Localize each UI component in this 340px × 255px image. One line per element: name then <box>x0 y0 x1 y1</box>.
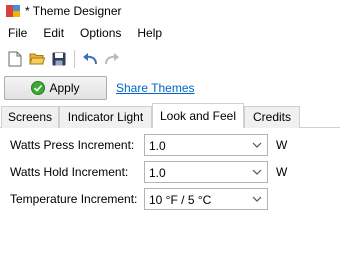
toolbar <box>0 46 340 72</box>
watts-hold-unit: W <box>276 165 288 179</box>
apply-button[interactable]: Apply <box>4 76 107 100</box>
toolbar-separator <box>74 50 75 68</box>
menu-file[interactable]: File <box>0 22 35 44</box>
temperature-select[interactable]: 10 °F / 5 °C <box>144 188 268 210</box>
watts-hold-value: 1.0 <box>149 166 166 180</box>
tab-indicator-light[interactable]: Indicator Light <box>59 106 152 128</box>
open-folder-icon <box>29 53 45 65</box>
redo-button[interactable] <box>101 48 123 70</box>
menu-edit[interactable]: Edit <box>35 22 72 44</box>
watts-hold-select[interactable]: 1.0 <box>144 161 268 183</box>
share-themes-link[interactable]: Share Themes <box>116 81 195 95</box>
chevron-down-icon <box>252 196 262 202</box>
temperature-row: Temperature Increment: 10 °F / 5 °C <box>0 188 340 210</box>
tab-look-and-feel[interactable]: Look and Feel <box>152 103 244 128</box>
watts-press-label: Watts Press Increment: <box>10 138 135 152</box>
new-file-icon <box>8 51 22 67</box>
apply-label: Apply <box>49 81 80 95</box>
watts-press-select[interactable]: 1.0 <box>144 134 268 156</box>
menu-bar: File Edit Options Help <box>0 22 340 44</box>
app-icon <box>6 5 20 17</box>
tab-credits[interactable]: Credits <box>244 106 300 128</box>
save-icon <box>52 52 66 66</box>
watts-hold-label: Watts Hold Increment: <box>10 165 129 179</box>
open-button[interactable] <box>26 48 48 70</box>
redo-icon <box>105 53 119 65</box>
new-file-button[interactable] <box>4 48 26 70</box>
watts-press-unit: W <box>276 138 288 152</box>
menu-options[interactable]: Options <box>72 22 129 44</box>
watts-press-row: Watts Press Increment: 1.0 W <box>0 134 340 156</box>
undo-button[interactable] <box>79 48 101 70</box>
save-button[interactable] <box>48 48 70 70</box>
window-title: * Theme Designer <box>25 4 122 18</box>
tab-strip: Screens Indicator Light Look and Feel Cr… <box>0 103 340 128</box>
watts-press-value: 1.0 <box>149 139 166 153</box>
chevron-down-icon <box>252 142 262 148</box>
action-row: Apply Share Themes <box>0 74 340 102</box>
menu-help[interactable]: Help <box>129 22 170 44</box>
look-and-feel-panel: Watts Press Increment: 1.0 W Watts Hold … <box>0 128 340 255</box>
undo-icon <box>83 53 97 65</box>
watts-hold-row: Watts Hold Increment: 1.0 W <box>0 161 340 183</box>
chevron-down-icon <box>252 169 262 175</box>
temperature-label: Temperature Increment: <box>10 192 138 206</box>
checkmark-icon <box>31 81 46 95</box>
title-bar: * Theme Designer <box>0 0 340 22</box>
temperature-value: 10 °F / 5 °C <box>149 193 212 207</box>
tab-screens[interactable]: Screens <box>1 106 59 128</box>
